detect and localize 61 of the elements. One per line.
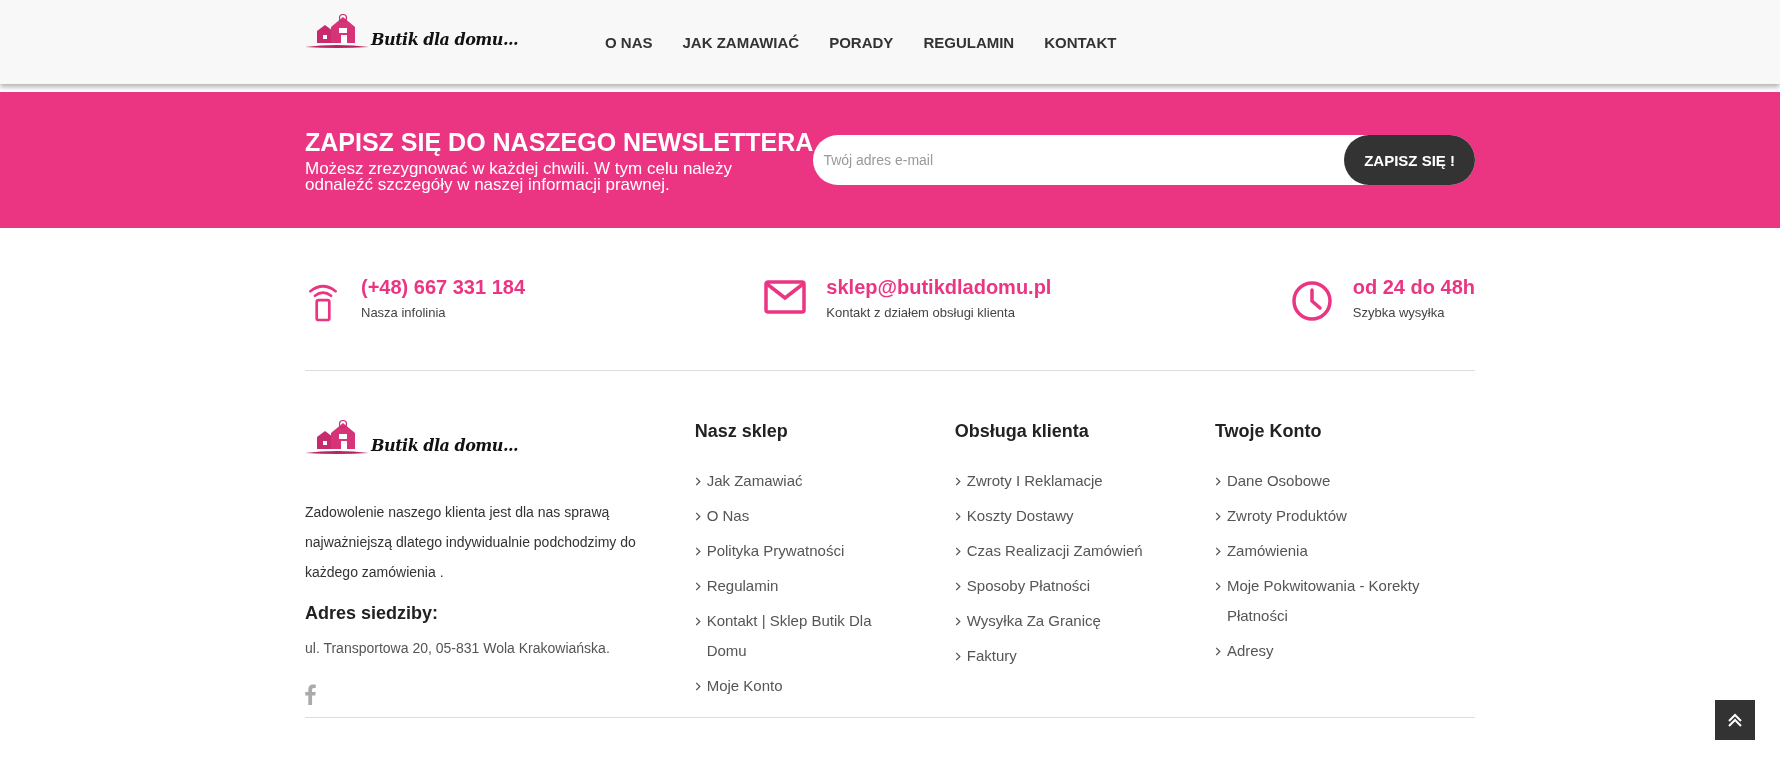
- chevron-icon: [1214, 647, 1221, 656]
- chevron-icon: [694, 682, 701, 691]
- contact-value: sklep@butikdladomu.pl: [826, 276, 1052, 299]
- chevron-icon: [1214, 547, 1221, 556]
- footer-link[interactable]: Adresy: [1214, 636, 1430, 666]
- chevron-icon: [954, 477, 961, 486]
- back-to-top-button[interactable]: [1715, 700, 1755, 740]
- address-text: ul. Transportowa 20, 05-831 Wola Krakowiańska.: [305, 640, 611, 656]
- nav-link[interactable]: PORADY: [829, 33, 894, 51]
- footer-link[interactable]: Kontakt | Sklep Butik Dla Domu: [694, 606, 910, 666]
- chevron-icon: [1214, 512, 1221, 521]
- column-heading: Twoje Konto: [1214, 421, 1323, 442]
- chevron-icon: [954, 617, 961, 626]
- chevron-icon: [954, 652, 961, 661]
- chevron-icon: [954, 547, 961, 556]
- chevron-icon: [694, 512, 701, 521]
- footer-link[interactable]: Zwroty I Reklamacje: [954, 466, 1170, 496]
- column-heading: Obsługa klienta: [954, 421, 1090, 442]
- footer-link[interactable]: Wysyłka Za Granicę: [954, 606, 1170, 636]
- footer-link[interactable]: Faktury: [954, 641, 1170, 671]
- clock-icon: [1290, 280, 1333, 322]
- nav-link[interactable]: REGULAMIN: [923, 33, 1015, 51]
- footer-link[interactable]: Moje Konto: [694, 671, 910, 701]
- footer-link[interactable]: Sposoby Płatności: [954, 571, 1170, 601]
- contact-caption: Kontakt z działem obsługi klienta: [826, 305, 1016, 320]
- footer-link[interactable]: Dane Osobowe: [1214, 466, 1430, 496]
- about-text: Zadowolenie naszego klienta jest dla nas sprawą najważniejszą dlatego indywidualnie podchodzimy do każdego zamówienia .: [305, 503, 637, 582]
- chevron-icon: [694, 617, 701, 626]
- logo-text: Butik dla domu...: [371, 30, 519, 49]
- footer-link[interactable]: Jak Zamawiać: [694, 466, 910, 496]
- newsletter-description: Możesz zrezygnować w każdej chwili. W tym celu należy odnaleźć szczegóły w naszej informacji prawnej.: [305, 160, 734, 193]
- chevron-icon: [1214, 582, 1221, 591]
- mail-icon: [764, 280, 807, 314]
- chevron-icon: [694, 477, 701, 486]
- contact-caption: Szybka wysyłka: [1352, 305, 1446, 320]
- nav-link[interactable]: KONTAKT: [1044, 33, 1117, 51]
- footer-link[interactable]: Polityka Prywatności: [694, 536, 910, 566]
- footer-link[interactable]: Koszty Dostawy: [954, 501, 1170, 531]
- chevron-icon: [954, 512, 961, 521]
- contact-value: (+48) 667 331 184: [361, 276, 526, 299]
- footer-link[interactable]: Zamówienia: [1214, 536, 1430, 566]
- footer-link[interactable]: Moje Pokwitowania - Korekty Płatności: [1214, 571, 1430, 631]
- email-field[interactable]: Twój adres e-mail ZAPISZ SIĘ !: [813, 135, 1475, 185]
- footer-link[interactable]: Czas Realizacji Zamówień: [954, 536, 1170, 566]
- address-heading: Adres siedziby:: [305, 603, 440, 624]
- newsletter-title: ZAPISZ SIĘ DO NASZEGO NEWSLETTERA: [305, 127, 814, 157]
- footer-link[interactable]: Regulamin: [694, 571, 910, 601]
- nav-link[interactable]: O NAS: [605, 33, 653, 51]
- chevron-icon: [1214, 477, 1221, 486]
- logo-text: Butik dla domu...: [371, 436, 519, 455]
- column-heading: Nasz sklep: [694, 421, 789, 442]
- footer-link[interactable]: Zwroty Produktów: [1214, 501, 1430, 531]
- nav-link[interactable]: JAK ZAMAWIAĆ: [682, 33, 800, 51]
- contact-caption: Nasza infolinia: [361, 305, 447, 320]
- footer-link[interactable]: O Nas: [694, 501, 910, 531]
- subscribe-button[interactable]: ZAPISZ SIĘ !: [1344, 135, 1475, 185]
- chevron-icon: [694, 547, 701, 556]
- contact-value: od 24 do 48h: [1352, 276, 1475, 299]
- chevron-icon: [694, 582, 701, 591]
- chevrons-up-icon: [1727, 712, 1743, 728]
- chevron-icon: [954, 582, 961, 591]
